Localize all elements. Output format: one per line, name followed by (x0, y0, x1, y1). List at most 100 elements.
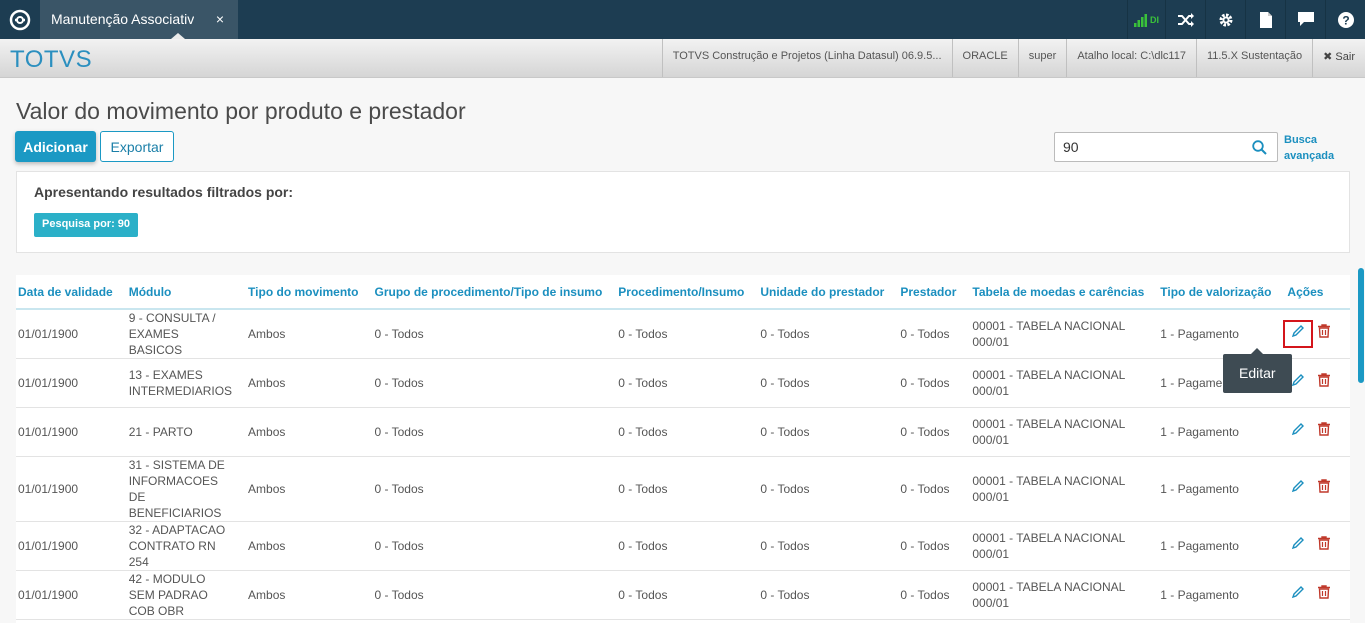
edit-pencil-icon[interactable] (1287, 536, 1309, 556)
tab-manutencao[interactable]: Manutenção Associativa × (40, 0, 238, 39)
cell-data-validade: 01/01/1900 (16, 521, 121, 571)
cell-tipo-movimento: Ambos (240, 358, 367, 408)
cell-modulo: 31 - SISTEMA DE INFORMACOES DE BENEFICIA… (120, 456, 241, 522)
cell-modulo: 21 - PARTO (120, 407, 241, 457)
cell-procedimento: 0 - Todos (610, 456, 753, 522)
column-settings-icon[interactable] (1342, 275, 1350, 310)
user-info: super (1017, 39, 1067, 77)
column-header-modulo[interactable]: Módulo (120, 275, 241, 310)
database-info: ORACLE (951, 39, 1018, 77)
totvs-logo-icon[interactable] (0, 0, 39, 39)
cell-tipo-movimento: Ambos (240, 570, 367, 620)
edit-pencil-icon[interactable] (1283, 320, 1314, 348)
cell-modulo: 42 - MODULO SEM PADRAO COB OBR (120, 570, 241, 620)
signal-icon[interactable]: DI (1127, 0, 1165, 39)
cell-tabela: 00001 - TABELA NACIONAL 000/01 (964, 521, 1153, 571)
cell-acoes (1279, 570, 1343, 620)
cell-grupo: 0 - Todos (366, 407, 611, 457)
cell-unidade: 0 - Todos (752, 407, 893, 457)
exit-button[interactable]: ✖ Sair (1312, 39, 1365, 77)
shuffle-icon[interactable] (1165, 0, 1205, 39)
filter-tag[interactable]: Pesquisa por: 90 (34, 213, 139, 237)
delete-trash-icon[interactable] (1313, 536, 1335, 556)
help-icon[interactable]: ? (1325, 0, 1365, 39)
cell-grupo: 0 - Todos (366, 309, 611, 359)
table-row: 01/01/1900 9 - CONSULTA / EXAMES BASICOS… (16, 309, 1350, 359)
cell-unidade: 0 - Todos (752, 521, 893, 571)
edit-pencil-icon[interactable] (1287, 585, 1309, 605)
advanced-search-link[interactable]: Busca avançada (1284, 132, 1344, 164)
gear-icon[interactable] (1205, 0, 1245, 39)
tab-close-icon[interactable]: × (216, 11, 224, 27)
column-header-grupo-procedimento[interactable]: Grupo de procedimento/Tipo de insumo (366, 275, 611, 310)
chat-icon[interactable] (1285, 0, 1325, 39)
cell-tabela: 00001 - TABELA NACIONAL 000/01 (964, 570, 1153, 620)
cell-acoes (1279, 456, 1343, 522)
cell-unidade: 0 - Todos (752, 570, 893, 620)
cell-data-validade: 01/01/1900 (16, 358, 121, 408)
tooltip-text: Editar (1239, 365, 1276, 381)
cell-prestador: 0 - Todos (892, 456, 965, 522)
cell-unidade: 0 - Todos (752, 309, 893, 359)
cell-acoes (1279, 521, 1343, 571)
cell-grupo: 0 - Todos (366, 456, 611, 522)
edit-pencil-icon[interactable] (1287, 479, 1309, 499)
document-icon[interactable] (1245, 0, 1285, 39)
column-header-data-validade[interactable]: Data de validade (16, 275, 121, 310)
add-button[interactable]: Adicionar (15, 131, 96, 162)
cell-data-validade: 01/01/1900 (16, 407, 121, 457)
page-title: Valor do movimento por produto e prestad… (16, 98, 466, 124)
cell-modulo: 13 - EXAMES INTERMEDIARIOS (120, 358, 241, 408)
export-button[interactable]: Exportar (100, 131, 174, 162)
cell-prestador: 0 - Todos (892, 521, 965, 571)
tab-title: Manutenção Associativa (51, 11, 194, 27)
cell-data-validade: 01/01/1900 (16, 456, 121, 522)
column-header-prestador[interactable]: Prestador (892, 275, 965, 310)
delete-trash-icon[interactable] (1313, 479, 1335, 499)
cell-prestador: 0 - Todos (892, 358, 965, 408)
svg-text:?: ? (1342, 13, 1349, 27)
delete-trash-icon[interactable] (1313, 585, 1335, 605)
cell-data-validade: 01/01/1900 (16, 570, 121, 620)
top-bar: Manutenção Associativa × DI ? (0, 0, 1365, 39)
cell-acoes (1279, 407, 1343, 457)
edit-pencil-icon[interactable] (1287, 422, 1309, 442)
cell-procedimento: 0 - Todos (610, 521, 753, 571)
cell-empty (1342, 521, 1350, 571)
cell-tabela: 00001 - TABELA NACIONAL 000/01 (964, 309, 1153, 359)
column-header-tabela-moedas[interactable]: Tabela de moedas e carências (964, 275, 1153, 310)
results-table: Data de validade Módulo Tipo do moviment… (16, 275, 1350, 620)
column-header-procedimento[interactable]: Procedimento/Insumo (610, 275, 753, 310)
vertical-scrollbar[interactable] (1358, 268, 1364, 383)
cell-valorizacao: 1 - Pagamento (1152, 407, 1280, 457)
table-row: 01/01/1900 42 - MODULO SEM PADRAO COB OB… (16, 570, 1350, 620)
cell-empty (1342, 407, 1350, 457)
cell-tabela: 00001 - TABELA NACIONAL 000/01 (964, 358, 1153, 408)
search-input[interactable] (1055, 133, 1245, 161)
product-info: TOTVS Construção e Projetos (Linha Datas… (661, 39, 952, 77)
cell-grupo: 0 - Todos (366, 521, 611, 571)
delete-trash-icon[interactable] (1313, 373, 1335, 393)
column-header-unidade-prestador[interactable]: Unidade do prestador (752, 275, 893, 310)
cell-modulo: 32 - ADAPTACAO CONTRATO RN 254 (120, 521, 241, 571)
column-header-tipo-valorizacao[interactable]: Tipo de valorização (1152, 275, 1280, 310)
cell-procedimento: 0 - Todos (610, 358, 753, 408)
cell-grupo: 0 - Todos (366, 570, 611, 620)
cell-valorizacao: 1 - Pagamento (1152, 570, 1280, 620)
cell-tipo-movimento: Ambos (240, 407, 367, 457)
column-header-tipo-movimento[interactable]: Tipo do movimento (240, 275, 367, 310)
cell-procedimento: 0 - Todos (610, 407, 753, 457)
edit-tooltip: Editar (1223, 348, 1292, 393)
delete-trash-icon[interactable] (1313, 324, 1335, 344)
cell-prestador: 0 - Todos (892, 570, 965, 620)
cell-tipo-movimento: Ambos (240, 309, 367, 359)
table-row: 01/01/1900 21 - PARTO Ambos 0 - Todos 0 … (16, 407, 1350, 457)
table-row: 01/01/1900 13 - EXAMES INTERMEDIARIOS Am… (16, 358, 1350, 408)
table-row: 01/01/1900 32 - ADAPTACAO CONTRATO RN 25… (16, 521, 1350, 571)
cell-tabela: 00001 - TABELA NACIONAL 000/01 (964, 456, 1153, 522)
delete-trash-icon[interactable] (1313, 422, 1335, 442)
cell-empty (1342, 570, 1350, 620)
search-icon[interactable] (1252, 140, 1267, 160)
version-info: 11.5.X Sustentação (1195, 39, 1312, 77)
cell-valorizacao: 1 - Pagamento (1152, 456, 1280, 522)
